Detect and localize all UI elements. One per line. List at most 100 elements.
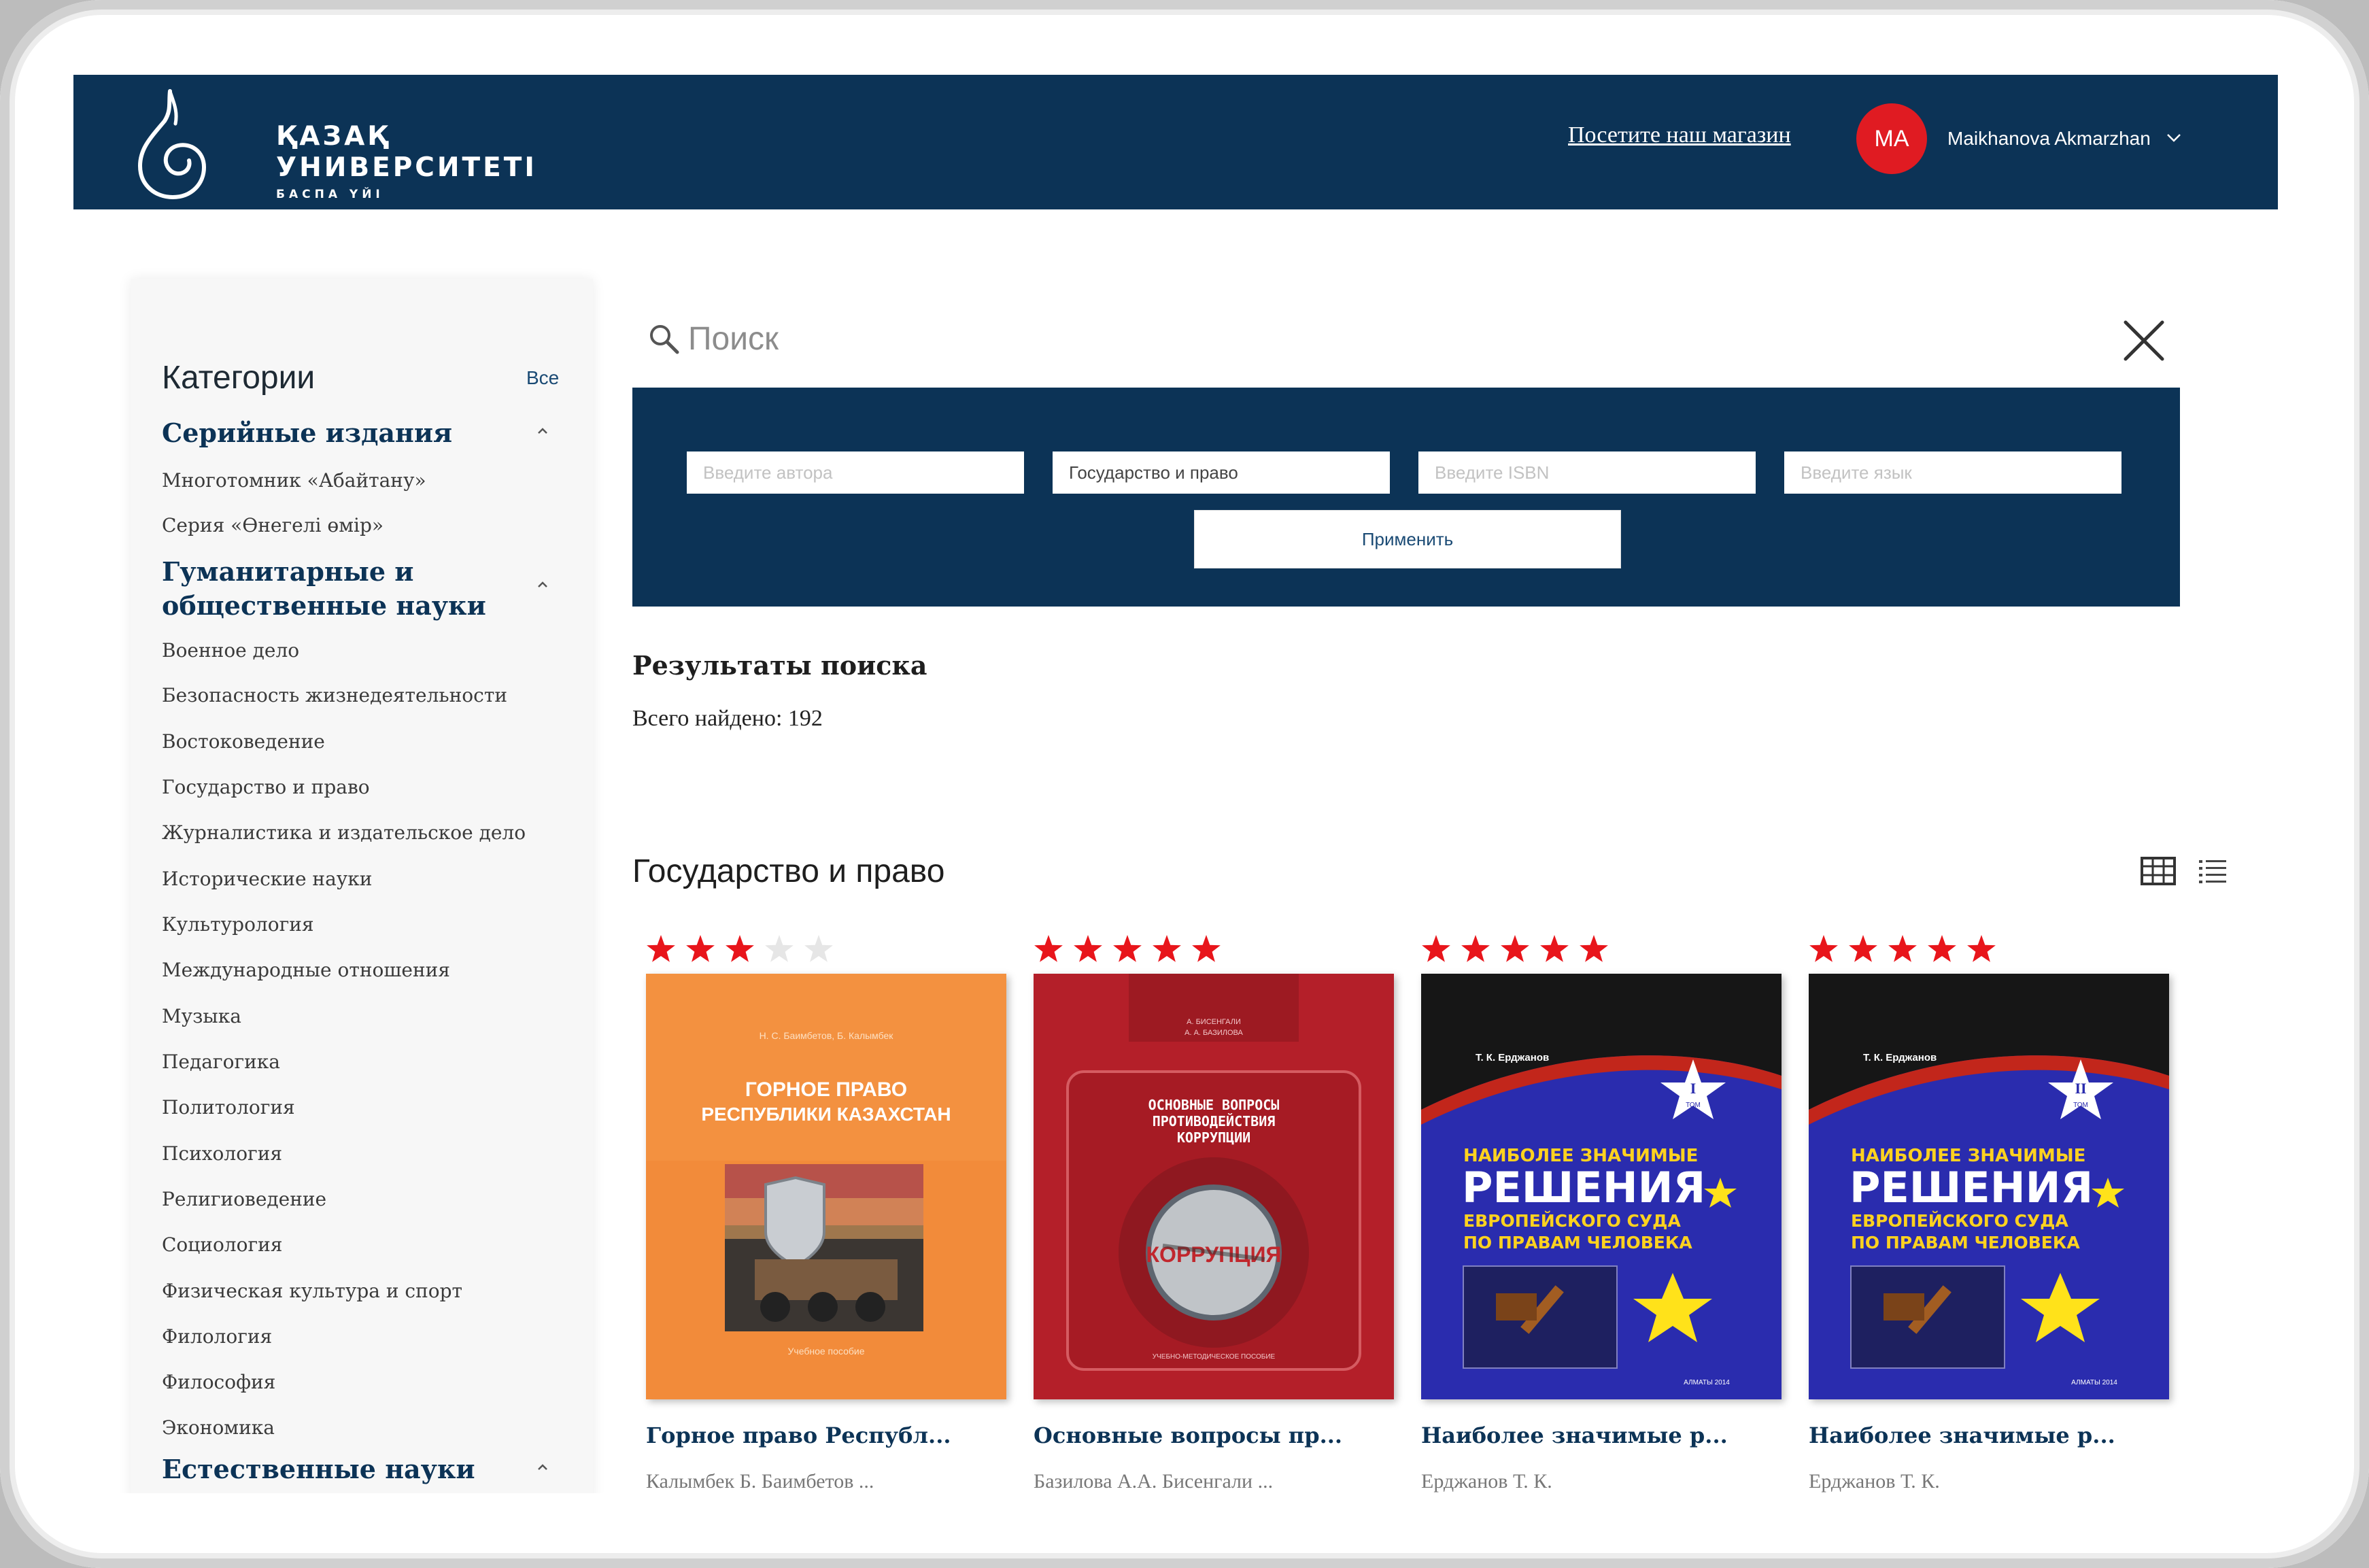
- star-icon: [1809, 935, 1838, 962]
- cover-footer: АЛМАТЫ 2014: [2071, 1379, 2117, 1386]
- book-title[interactable]: Наиболее значимые р...: [1809, 1422, 2115, 1448]
- cover-tom: ТОМ: [1686, 1102, 1701, 1109]
- search-input[interactable]: [688, 313, 2184, 364]
- sidebar-all-link[interactable]: Все: [526, 367, 559, 389]
- section-title: Государство и право: [632, 853, 945, 889]
- device-frame: ҚАЗАҚ УНИВЕРСИТЕТІ БАСПА ҮЙІ Посетите на…: [0, 0, 2369, 1568]
- cover-title-3: КОРРУПЦИИ: [1177, 1129, 1250, 1146]
- sidebar-item[interactable]: Религиоведение: [162, 1188, 326, 1210]
- sidebar-group-humanities[interactable]: Гуманитарные и общественные науки: [162, 555, 529, 623]
- sidebar-group-natural[interactable]: Естественные науки: [162, 1452, 529, 1486]
- close-icon[interactable]: [2121, 318, 2166, 363]
- star-icon: [686, 935, 715, 962]
- sidebar-item[interactable]: Музыка: [162, 1005, 241, 1027]
- language-field[interactable]: [1784, 451, 2121, 494]
- sidebar-item[interactable]: Востоковедение: [162, 730, 325, 753]
- visit-store-link[interactable]: Посетите наш магазин: [1568, 122, 1791, 148]
- star-icon: [1192, 935, 1221, 962]
- book-title[interactable]: Горное право Республ...: [646, 1422, 951, 1448]
- app-screen: ҚАЗАҚ УНИВЕРСИТЕТІ БАСПА ҮЙІ Посетите на…: [73, 75, 2278, 1493]
- cover-title-3: ЕВРОПЕЙСКОГО СУДА: [1463, 1211, 1681, 1231]
- book-card[interactable]: Н. С. Баимбетов, Б. Калымбек ГОРНОЕ ПРАВ…: [646, 932, 1006, 1493]
- cover-author-2: А. А. БАЗИЛОВА: [1184, 1029, 1243, 1037]
- logo-drop-icon: [137, 89, 207, 200]
- cover-title-4: ПО ПРАВАМ ЧЕЛОВЕКА: [1851, 1233, 2080, 1252]
- cover-tom: ТОМ: [2073, 1102, 2088, 1109]
- cover-art: Т. К. Ерджанов I ТОМ НАИБОЛЕЕ ЗНАЧИМЫЕ Р…: [1421, 974, 1782, 1399]
- cover-author: Т. К. Ерджанов: [1863, 1052, 1937, 1063]
- user-menu-name[interactable]: Maikhanova Akmarzhan: [1947, 128, 2151, 150]
- cover-title-2: РЕШЕНИЯ: [1850, 1163, 2093, 1212]
- sidebar-item[interactable]: Педагогика: [162, 1051, 280, 1073]
- logo-line-2: УНИВЕРСИТЕТІ: [276, 152, 537, 183]
- sidebar-item[interactable]: Государство и право: [162, 776, 370, 798]
- star-icon: [1034, 935, 1063, 962]
- star-icon: [1501, 935, 1529, 962]
- logo-text: ҚАЗАҚ УНИВЕРСИТЕТІ БАСПА ҮЙІ: [276, 121, 537, 201]
- star-icon: [1928, 935, 1956, 962]
- sidebar-item[interactable]: Физическая культура и спорт: [162, 1280, 462, 1302]
- book-title[interactable]: Основные вопросы пр...: [1034, 1422, 1342, 1448]
- sidebar-item[interactable]: Культурология: [162, 913, 314, 936]
- cover-author: Н. С. Баимбетов, Б. Калымбек: [760, 1030, 894, 1041]
- star-icon: [1074, 935, 1102, 962]
- book-title[interactable]: Наиболее значимые р...: [1421, 1422, 1728, 1448]
- rating-stars: [647, 935, 833, 962]
- filter-panel: Применить: [632, 388, 2180, 607]
- sidebar-item[interactable]: Исторические науки: [162, 868, 372, 890]
- sidebar-item[interactable]: Серия «Өнегелі өмір»: [162, 514, 384, 536]
- avatar[interactable]: MA: [1856, 103, 1927, 174]
- book-authors: Ерджанов Т. К.: [1421, 1470, 1552, 1493]
- cover-title-1: ОСНОВНЫЕ ВОПРОСЫ: [1148, 1097, 1280, 1113]
- isbn-field[interactable]: [1418, 451, 1756, 494]
- cover-title-2: РЕШЕНИЯ: [1462, 1163, 1705, 1212]
- cover-art: Т. К. Ерджанов II ТОМ НАИБОЛЕЕ ЗНАЧИМЫЕ …: [1809, 974, 2169, 1399]
- star-icon: [726, 935, 754, 962]
- cover-footer: Учебное пособие: [788, 1346, 865, 1357]
- chevron-up-icon[interactable]: [534, 423, 551, 439]
- star-icon: [1888, 935, 1917, 962]
- list-view-icon[interactable]: [2198, 858, 2228, 884]
- book-cover[interactable]: Т. К. Ерджанов I ТОМ НАИБОЛЕЕ ЗНАЧИМЫЕ Р…: [1421, 974, 1782, 1399]
- cover-title-2: РЕСПУБЛИКИ КАЗАХСТАН: [701, 1104, 951, 1125]
- sidebar-item[interactable]: Многотомник «Абайтану»: [162, 469, 426, 492]
- sidebar-item[interactable]: Филология: [162, 1325, 272, 1348]
- apply-button[interactable]: Применить: [1194, 510, 1621, 568]
- sidebar-item[interactable]: Военное дело: [162, 639, 299, 662]
- logo-line-1: ҚАЗАҚ: [276, 121, 391, 152]
- star-icon: [1967, 935, 1996, 962]
- cover-art: Н. С. Баимбетов, Б. Калымбек ГОРНОЕ ПРАВ…: [646, 974, 1006, 1399]
- sidebar-group-serial[interactable]: Серийные издания: [162, 416, 529, 450]
- chevron-up-icon[interactable]: [534, 577, 551, 593]
- book-cover[interactable]: Н. С. Баимбетов, Б. Калымбек ГОРНОЕ ПРАВ…: [646, 974, 1006, 1399]
- author-field[interactable]: [687, 451, 1024, 494]
- book-card[interactable]: Т. К. Ерджанов I ТОМ НАИБОЛЕЕ ЗНАЧИМЫЕ Р…: [1421, 932, 1782, 1493]
- cover-footer: УЧЕБНО-МЕТОДИЧЕСКОЕ ПОСОБИЕ: [1153, 1353, 1276, 1361]
- book-authors: Базилова А.А. Бисенгали ...: [1034, 1470, 1274, 1493]
- cover-title-3: ЕВРОПЕЙСКОГО СУДА: [1851, 1211, 2068, 1231]
- sidebar-item[interactable]: Экономика: [162, 1416, 275, 1439]
- grid-view-icon[interactable]: [2141, 857, 2176, 885]
- logo[interactable]: ҚАЗАҚ УНИВЕРСИТЕТІ БАСПА ҮЙІ: [131, 83, 534, 205]
- sidebar-item[interactable]: Философия: [162, 1371, 275, 1393]
- book-cover[interactable]: Т. К. Ерджанов II ТОМ НАИБОЛЕЕ ЗНАЧИМЫЕ …: [1809, 974, 2169, 1399]
- sidebar-item[interactable]: Безопасность жизнедеятельности: [162, 684, 507, 706]
- sidebar-item[interactable]: Психология: [162, 1142, 282, 1165]
- cover-author-1: А. БИСЕНГАЛИ: [1187, 1018, 1241, 1026]
- sidebar-item[interactable]: Международные отношения: [162, 959, 450, 981]
- category-field[interactable]: [1053, 451, 1390, 494]
- rating-stars: [1034, 935, 1221, 962]
- chevron-up-icon[interactable]: [534, 1459, 551, 1476]
- book-card[interactable]: Т. К. Ерджанов II ТОМ НАИБОЛЕЕ ЗНАЧИМЫЕ …: [1809, 932, 2169, 1493]
- sidebar-item[interactable]: Политология: [162, 1096, 295, 1119]
- chevron-down-icon[interactable]: [2165, 129, 2183, 147]
- sidebar-item[interactable]: Журналистика и издательское дело: [162, 821, 526, 844]
- sidebar-item[interactable]: Социология: [162, 1233, 282, 1256]
- book-cover[interactable]: А. БИСЕНГАЛИ А. А. БАЗИЛОВА ОСНОВНЫЕ ВОП…: [1034, 974, 1394, 1399]
- cover-title-2: ПРОТИВОДЕЙСТВИЯ: [1153, 1113, 1276, 1129]
- star-icon: [1461, 935, 1490, 962]
- star-icon: [804, 935, 833, 962]
- cover-author: Т. К. Ерджанов: [1476, 1052, 1549, 1063]
- search-icon: [650, 325, 679, 354]
- book-card[interactable]: А. БИСЕНГАЛИ А. А. БАЗИЛОВА ОСНОВНЫЕ ВОП…: [1034, 932, 1394, 1493]
